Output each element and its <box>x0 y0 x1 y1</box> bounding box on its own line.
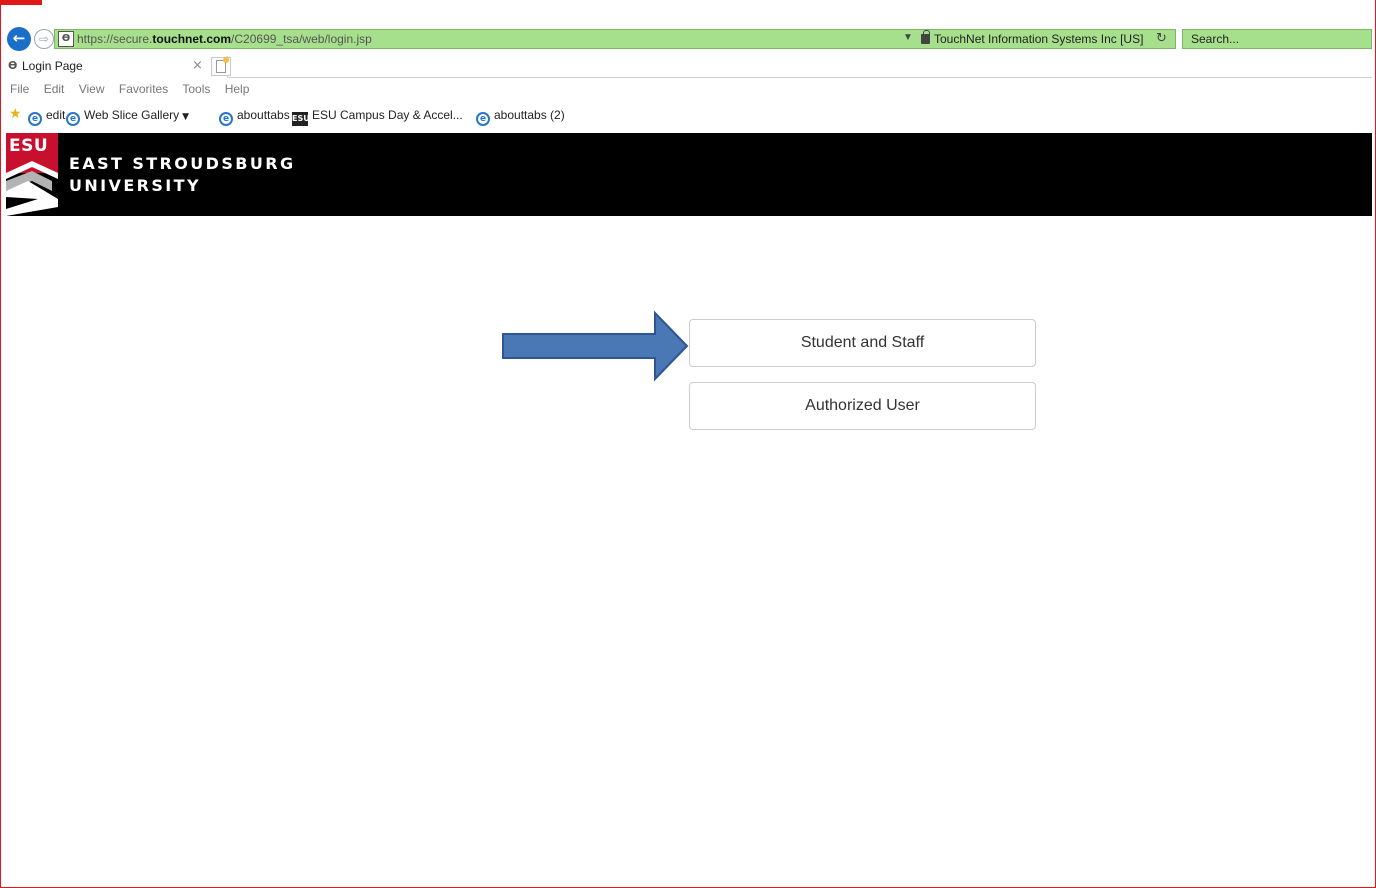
authorized-user-button[interactable]: Authorized User <box>689 382 1036 430</box>
favorite-edit[interactable]: e edit <box>28 108 65 126</box>
menu-view[interactable]: View <box>79 82 105 96</box>
tab-bar: Ө Login Page × <box>6 56 1372 78</box>
site-favicon-icon: Ө <box>58 31 74 47</box>
url-path: /C20699_tsa/web/login.jsp <box>231 32 372 46</box>
close-icon[interactable]: × <box>192 58 203 73</box>
annotation-arrow <box>502 310 689 382</box>
esu-logo[interactable]: ESU <box>6 133 58 216</box>
certificate-label[interactable]: TouchNet Information Systems Inc [US] <box>934 32 1143 46</box>
favorite-esu-campus-day[interactable]: ESU ESU Campus Day & Accel... <box>292 108 463 126</box>
ie-icon: e <box>28 112 42 126</box>
tab-favicon-icon: Ө <box>8 59 18 72</box>
address-dropdown-icon[interactable]: ▼ <box>903 32 913 43</box>
search-input[interactable]: Search... <box>1182 29 1372 49</box>
ie-icon: e <box>476 112 490 126</box>
student-and-staff-button[interactable]: Student and Staff <box>689 319 1036 367</box>
site-header: ESU EAST STROUDSBURG UNIVERSITY <box>6 133 1372 216</box>
favorite-label: Web Slice Gallery <box>84 108 180 122</box>
favorite-abouttabs[interactable]: e abouttabs <box>219 108 290 126</box>
favorite-label: edit <box>46 108 66 122</box>
url-domain: touchnet.com <box>152 32 232 46</box>
university-name-line2: UNIVERSITY <box>69 176 201 195</box>
favorite-label: ESU Campus Day & Accel... <box>312 108 463 122</box>
favorite-web-slice-gallery[interactable]: e Web Slice Gallery ▼ <box>66 108 189 126</box>
logo-chevron-graphic <box>6 161 58 216</box>
university-name-line1: EAST STROUDSBURG <box>69 154 296 173</box>
menu-favorites[interactable]: Favorites <box>119 82 168 96</box>
url-text[interactable]: https://secure.touchnet.com/C20699_tsa/w… <box>77 32 372 46</box>
menu-tools[interactable]: Tools <box>182 82 210 96</box>
refresh-icon[interactable]: ↻ <box>1156 31 1167 46</box>
favorite-label: abouttabs <box>237 108 290 122</box>
favorite-label: abouttabs (2) <box>494 108 565 122</box>
back-button[interactable]: ← <box>7 27 31 51</box>
url-prefix: https://secure. <box>77 32 153 46</box>
ie-icon: e <box>219 112 233 126</box>
lock-icon[interactable] <box>921 30 930 44</box>
tab-login-page[interactable]: Ө Login Page × <box>6 56 228 78</box>
chevron-down-icon: ▼ <box>182 112 190 122</box>
esu-favicon-icon: ESU <box>292 112 310 126</box>
favorite-abouttabs-2[interactable]: e abouttabs (2) <box>476 108 565 126</box>
new-tab-icon <box>216 57 229 73</box>
menu-edit[interactable]: Edit <box>44 82 65 96</box>
address-bar[interactable]: Ө https://secure.touchnet.com/C20699_tsa… <box>54 29 1176 49</box>
window-corner-accent <box>0 0 42 5</box>
forward-button[interactable]: ⇨ <box>34 29 54 49</box>
new-tab-button[interactable] <box>211 57 231 76</box>
ie-icon: e <box>66 112 80 126</box>
favorites-star-icon[interactable]: ★ <box>9 106 22 122</box>
address-bar-row: ← ⇨ Ө https://secure.touchnet.com/C20699… <box>6 26 1372 52</box>
menu-file[interactable]: File <box>10 82 29 96</box>
menu-bar: File Edit View Favorites Tools Help <box>10 82 260 100</box>
tab-title: Login Page <box>22 59 83 73</box>
menu-help[interactable]: Help <box>225 82 250 96</box>
